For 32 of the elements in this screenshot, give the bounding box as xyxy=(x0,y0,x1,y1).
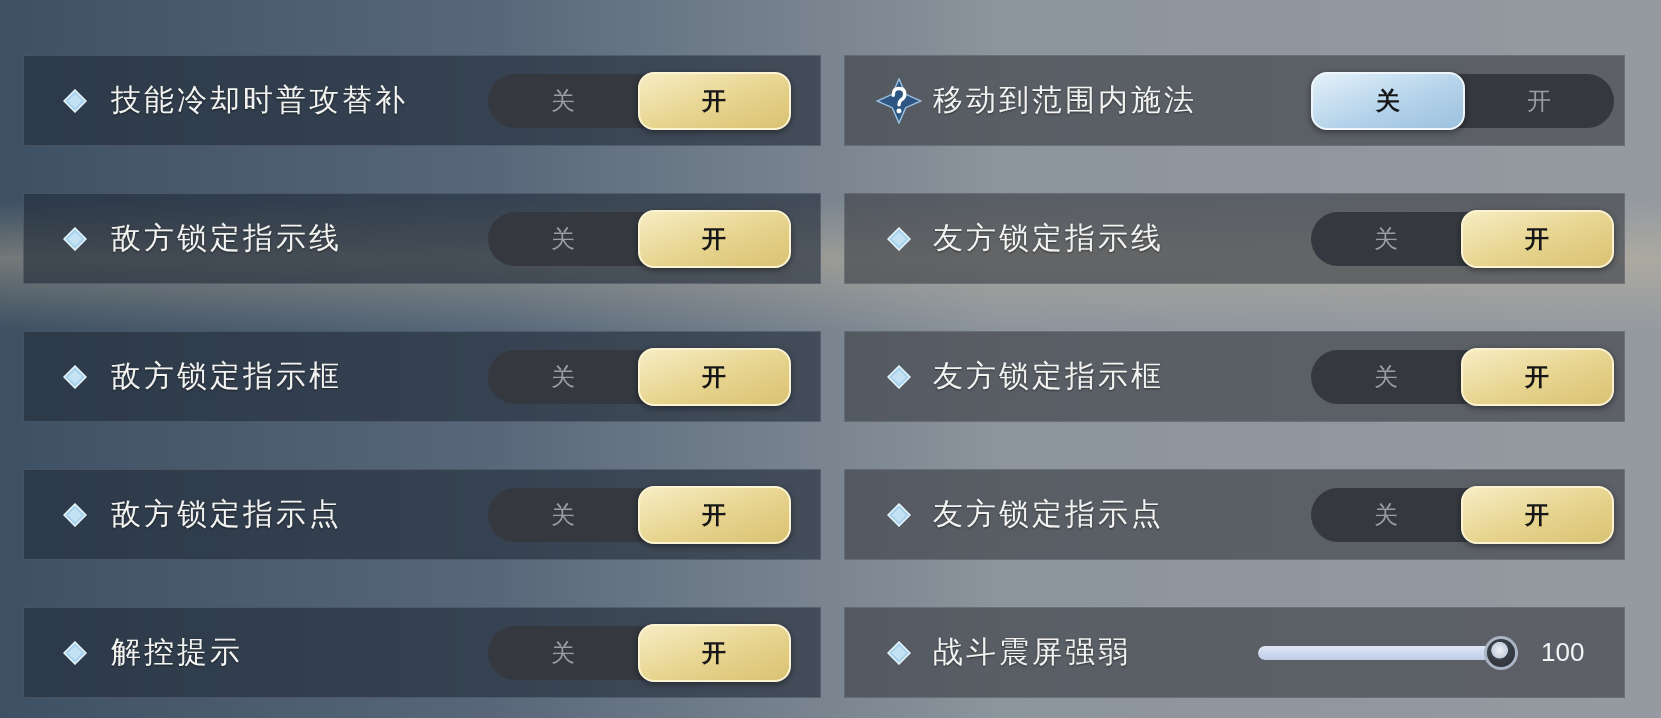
toggle-option[interactable]: 开 xyxy=(637,623,791,682)
setting-label: 技能冷却时普攻替补 xyxy=(111,81,409,119)
toggle-option[interactable]: 开 xyxy=(637,71,791,130)
toggle-option[interactable]: 关 xyxy=(1311,211,1461,266)
toggle-option[interactable]: 开 xyxy=(637,209,791,268)
toggle-option[interactable]: 关 xyxy=(488,625,638,680)
slider-value: 100 xyxy=(1541,637,1585,668)
help-icon[interactable] xyxy=(876,77,922,124)
toggle-option[interactable]: 开 xyxy=(637,485,791,544)
toggle-option[interactable]: 关 xyxy=(488,349,638,404)
toggle-option[interactable]: 关 xyxy=(1311,487,1461,542)
setting-label: 友方锁定指示线 xyxy=(933,219,1165,257)
setting-label: 移动到范围内施法 xyxy=(933,81,1198,119)
toggle-option[interactable]: 开 xyxy=(1460,347,1614,406)
toggle-option[interactable]: 关 xyxy=(1311,71,1465,130)
toggle-option[interactable]: 开 xyxy=(1460,209,1614,268)
toggle-option[interactable]: 关 xyxy=(488,487,638,542)
setting-label: 战斗震屏强弱 xyxy=(933,633,1132,671)
setting-label: 友方锁定指示框 xyxy=(933,357,1165,395)
slider-track[interactable] xyxy=(1258,635,1518,670)
setting-label: 解控提示 xyxy=(111,633,244,671)
toggle-option[interactable]: 关 xyxy=(488,73,638,128)
toggle-option[interactable]: 开 xyxy=(1460,485,1614,544)
toggle-option[interactable]: 关 xyxy=(488,211,638,266)
toggle-option[interactable]: 开 xyxy=(637,347,791,406)
toggle-option[interactable]: 关 xyxy=(1311,349,1461,404)
setting-label: 友方锁定指示点 xyxy=(933,495,1165,533)
setting-label: 敌方锁定指示线 xyxy=(111,219,343,257)
setting-label: 敌方锁定指示点 xyxy=(111,495,343,533)
slider-thumb[interactable] xyxy=(1484,635,1518,670)
toggle-option[interactable]: 开 xyxy=(1464,73,1614,128)
setting-label: 敌方锁定指示框 xyxy=(111,357,343,395)
